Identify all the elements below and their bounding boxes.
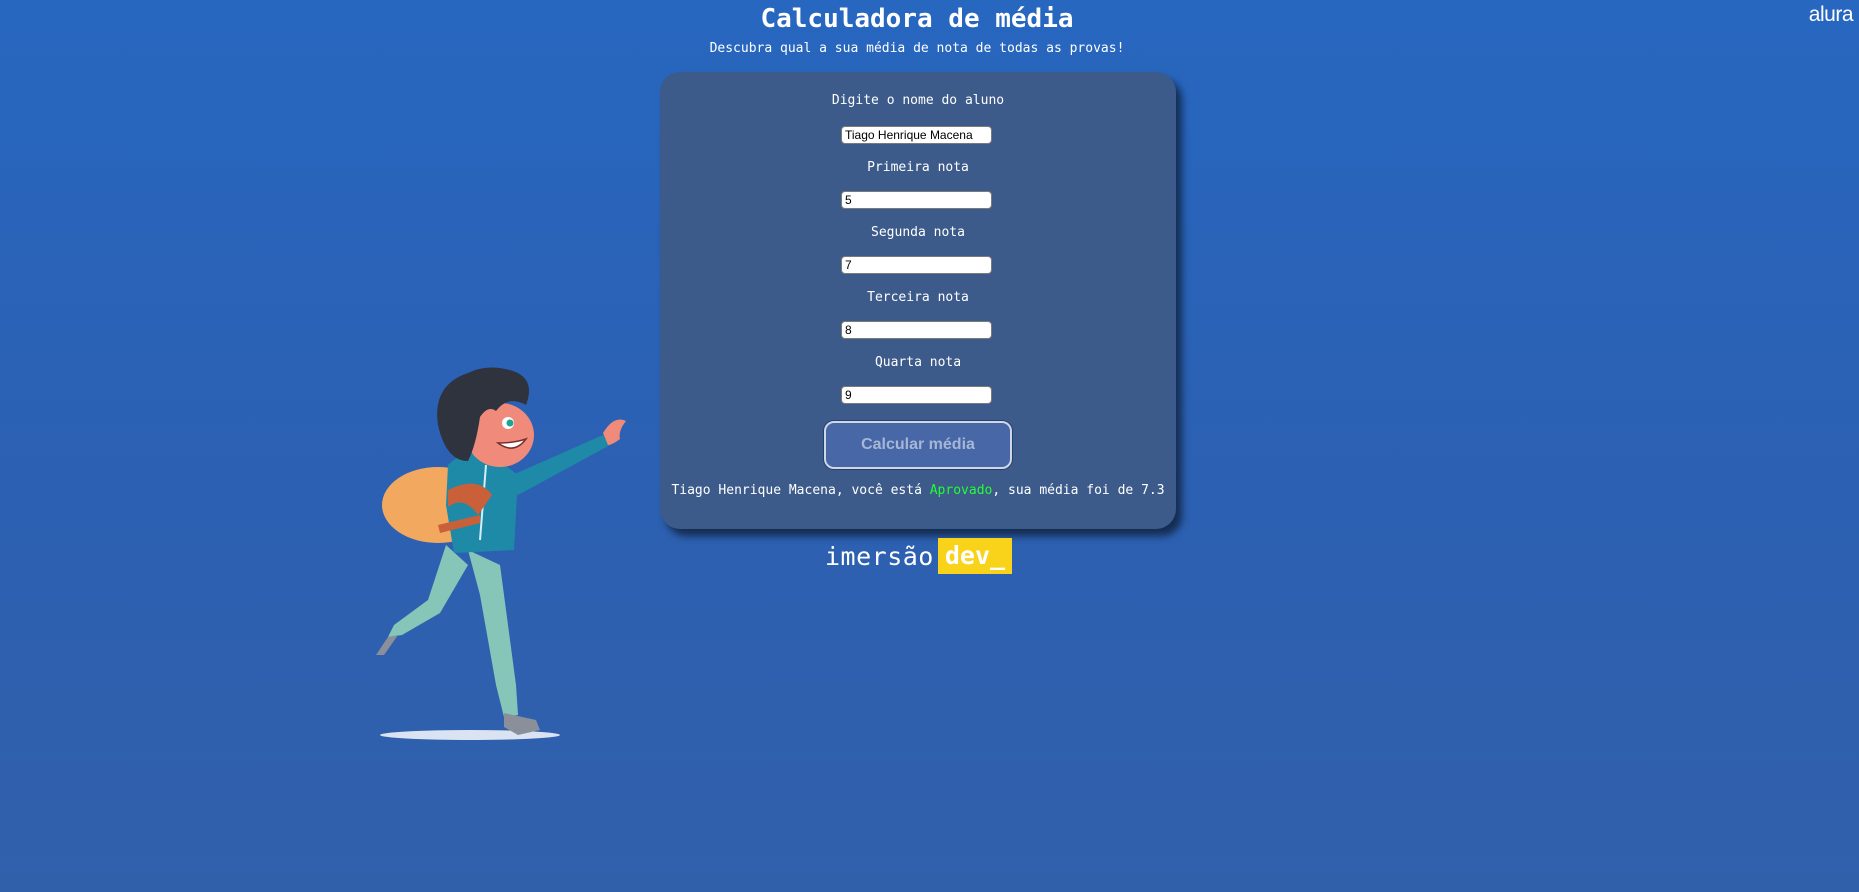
page-title: Calculadora de média (760, 4, 1074, 34)
calculate-average-button[interactable]: Calcular média (824, 421, 1012, 469)
second-grade-input[interactable]: 7 (841, 256, 992, 274)
third-grade-input[interactable]: 8 (841, 321, 992, 339)
page-subtitle: Descubra qual a sua média de nota de tod… (709, 41, 1125, 56)
fourth-grade-label: Quarta nota (874, 355, 962, 370)
third-grade-label: Terceira nota (867, 290, 969, 305)
result-message: Tiago Henrique Macena, você está Aprovad… (660, 482, 1176, 500)
result-status: Aprovado (929, 483, 993, 498)
result-prefix: Tiago Henrique Macena, você está (671, 483, 930, 498)
dev-badge: dev_ (937, 538, 1013, 574)
first-grade-label: Primeira nota (867, 160, 969, 175)
imersao-word: imersão (825, 541, 934, 571)
imersao-dev-logo: imersão dev_ (825, 538, 1013, 574)
running-student-illustration (368, 365, 634, 745)
result-suffix: , sua média foi de 7.3 (992, 483, 1165, 498)
second-grade-label: Segunda nota (871, 225, 965, 240)
fourth-grade-input[interactable]: 9 (841, 386, 992, 404)
first-grade-input[interactable]: 5 (841, 191, 992, 209)
student-name-label: Digite o nome do aluno (831, 93, 1005, 108)
student-name-input[interactable]: Tiago Henrique Macena (841, 126, 992, 144)
calculator-card: Digite o nome do aluno Tiago Henrique Ma… (660, 72, 1176, 529)
